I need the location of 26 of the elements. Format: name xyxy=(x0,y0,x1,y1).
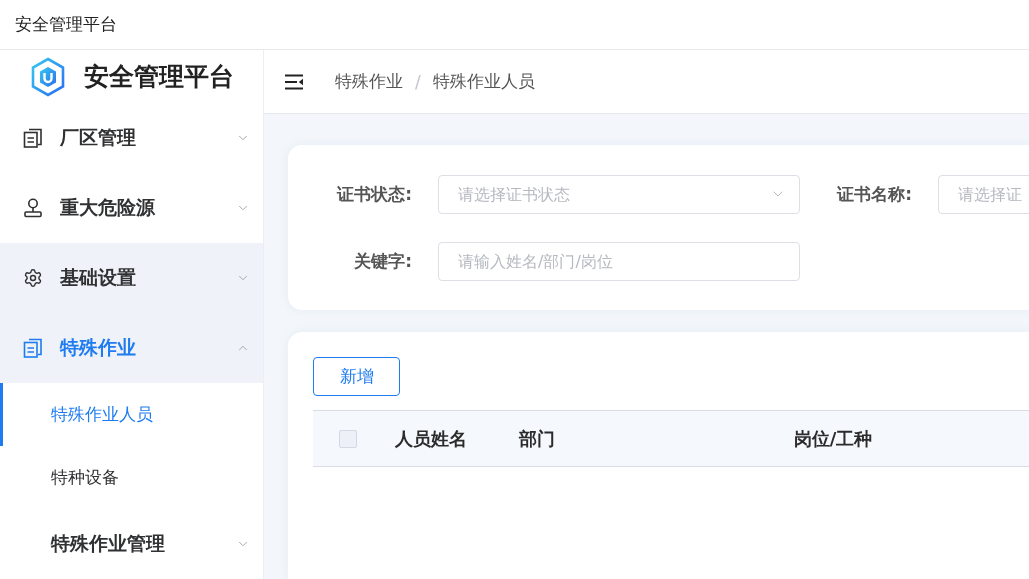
document-icon xyxy=(23,338,43,358)
select-all-checkbox[interactable] xyxy=(338,429,357,448)
window-title: 安全管理平台 xyxy=(15,13,117,36)
filter-label: 关键字: xyxy=(353,250,412,273)
column-header: 人员姓名 xyxy=(394,426,468,451)
filter-label: 证书状态: xyxy=(335,183,412,206)
column-header: 部门 xyxy=(518,426,556,451)
column-header: 岗位/工种 xyxy=(792,426,874,451)
menu-icon[interactable] xyxy=(284,73,304,90)
document-icon xyxy=(23,128,43,148)
settings-icon xyxy=(23,268,43,288)
submenu-group[interactable]: 特殊作业管理 xyxy=(0,509,263,579)
select-field[interactable]: 请选择证书状态 xyxy=(438,175,800,214)
stamp-icon xyxy=(23,198,43,218)
breadcrumb-separator: / xyxy=(415,71,421,92)
brand-title: 安全管理平台 xyxy=(84,61,234,93)
submenu-item[interactable]: 特种设备 xyxy=(0,446,263,509)
filter-label: 证书名称: xyxy=(835,183,912,206)
input-field[interactable]: 请输入姓名/部门/岗位 xyxy=(438,242,800,281)
breadcrumb-link[interactable]: 特殊作业 xyxy=(335,70,403,93)
menu-item[interactable]: 基础设置 xyxy=(0,243,263,313)
breadcrumb-current: 特殊作业人员 xyxy=(432,70,535,93)
shield-logo-icon xyxy=(30,56,66,97)
menu-item[interactable]: 特殊作业 xyxy=(0,313,263,383)
add-button[interactable]: 新增 xyxy=(313,357,400,396)
select-field[interactable]: 请选择证 xyxy=(938,175,1029,214)
